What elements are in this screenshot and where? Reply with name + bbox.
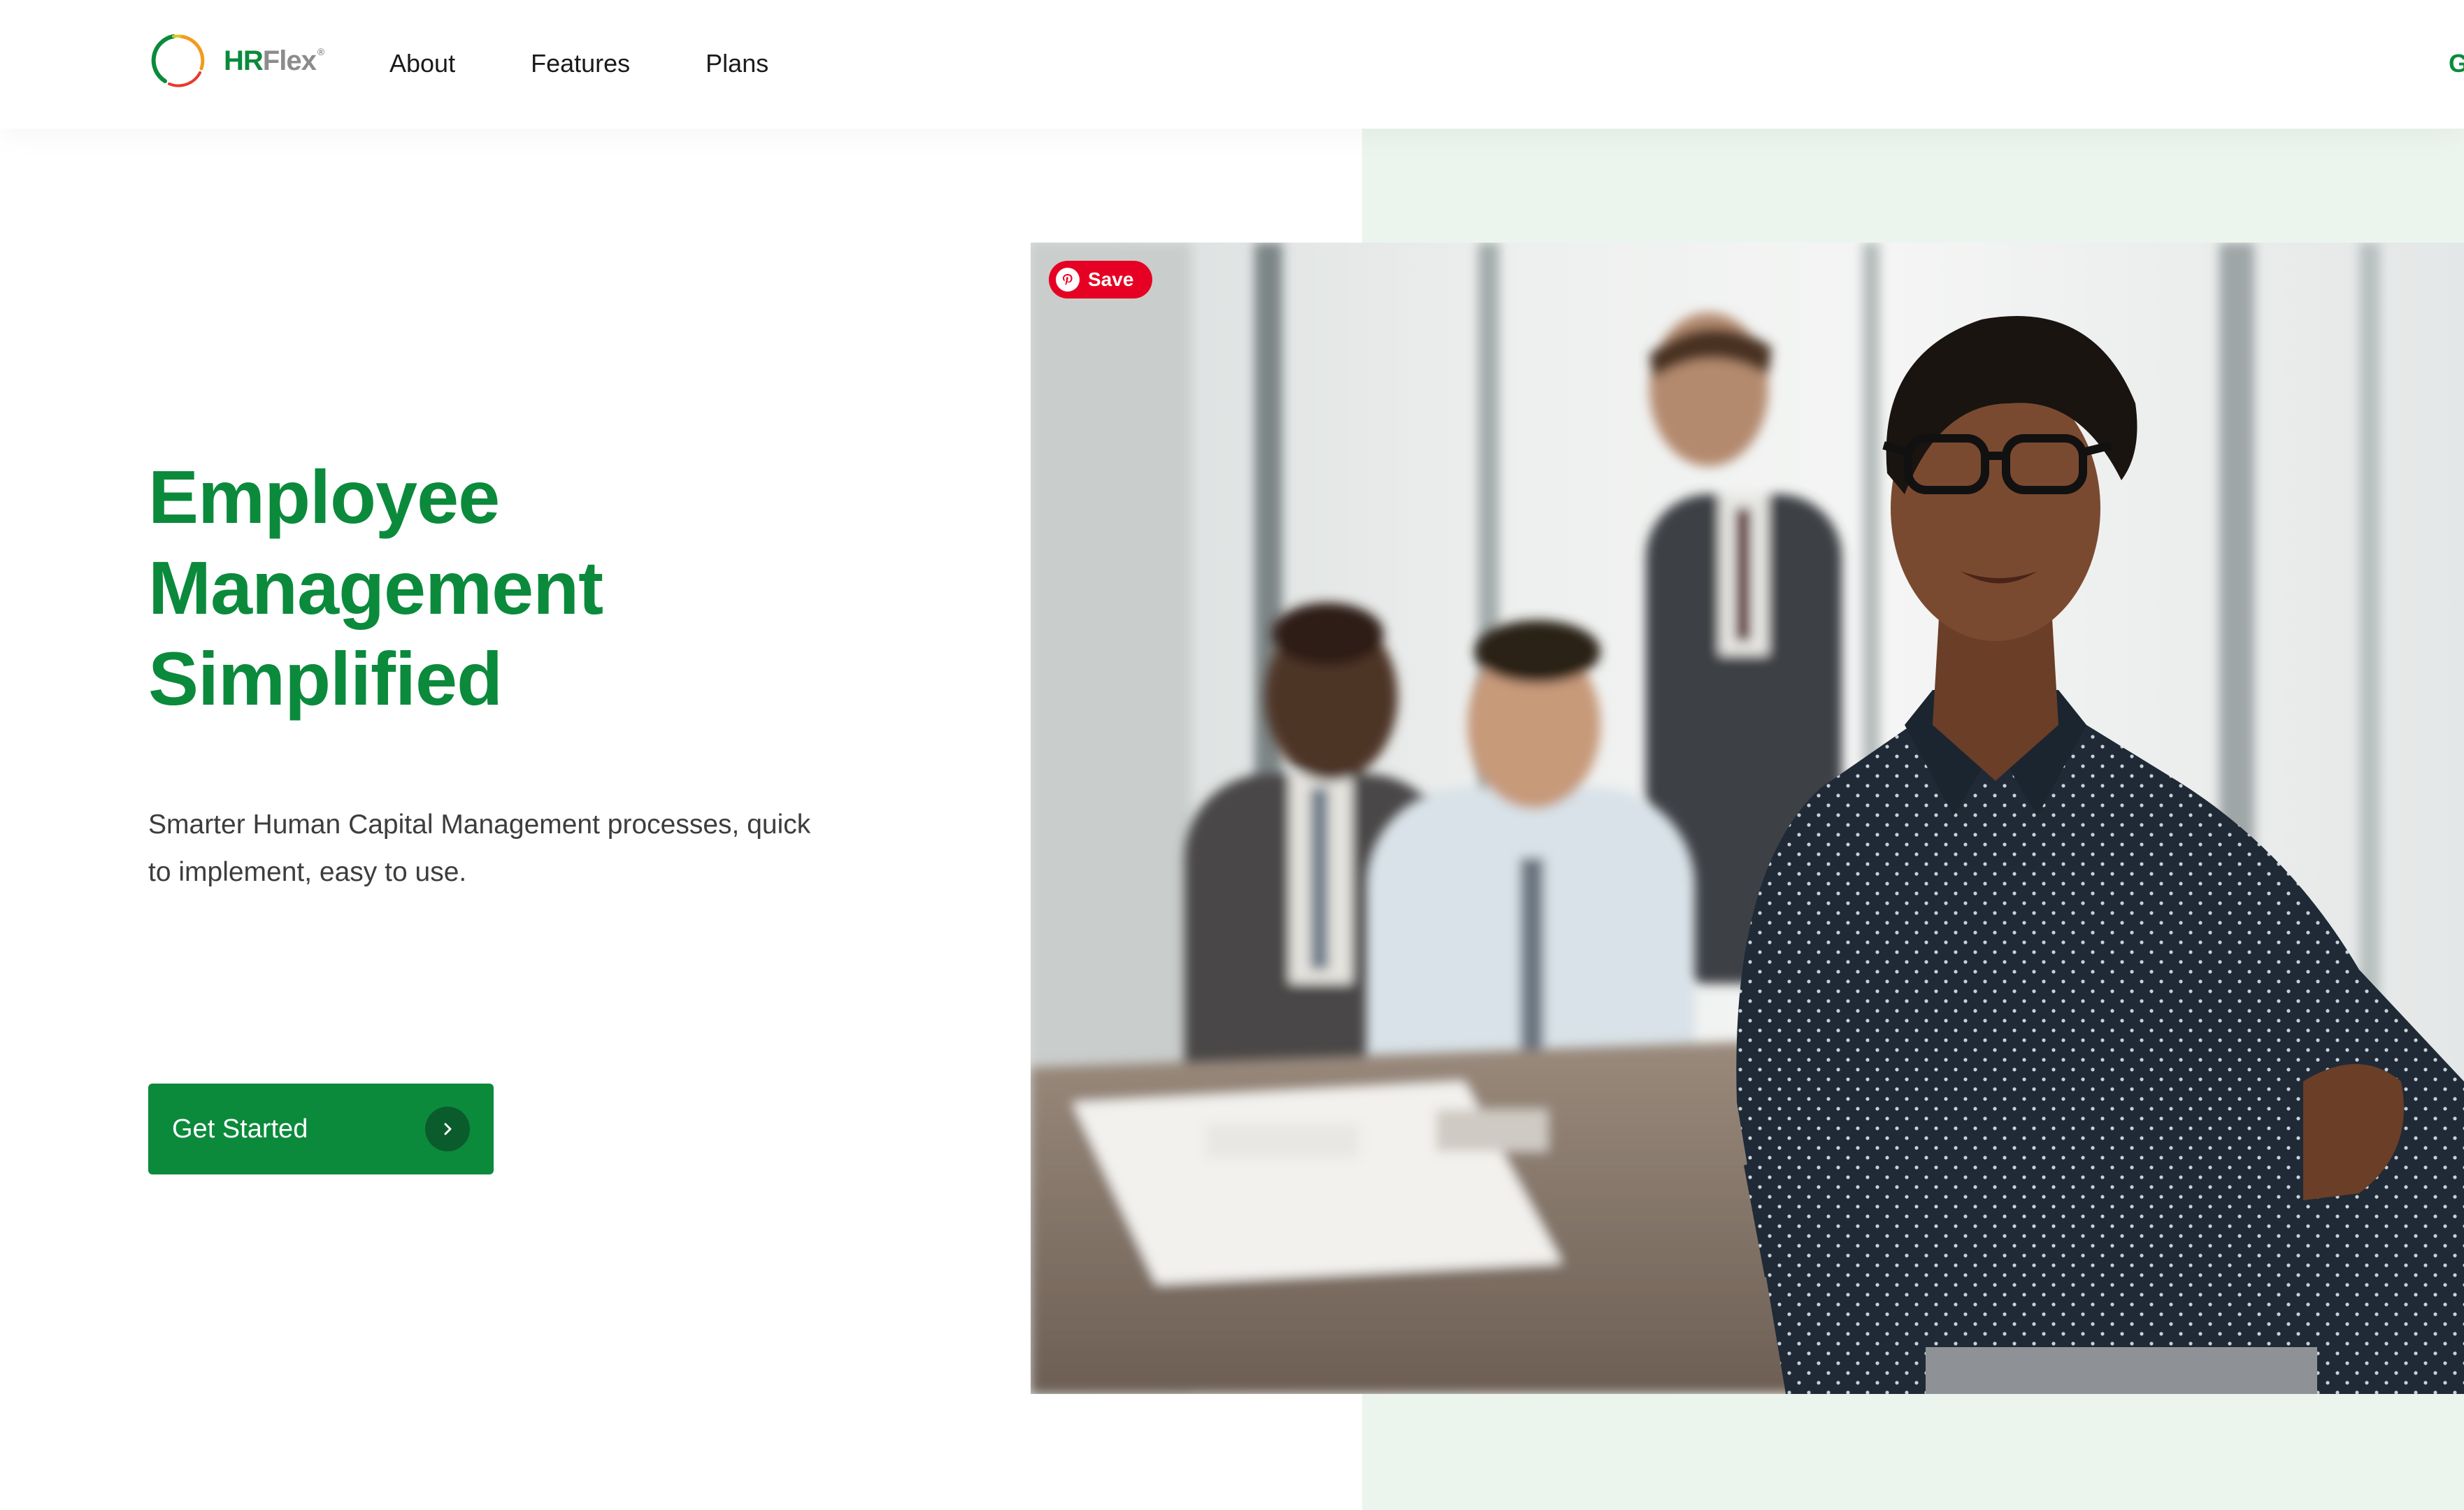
header-get-started-link[interactable]: Ge (2449, 48, 2464, 80)
main-nav: About Features Plans (389, 48, 844, 80)
brand-name-flex: Flex (262, 45, 317, 76)
nav-about[interactable]: About (389, 48, 455, 80)
get-started-button[interactable]: Get Started (148, 1084, 494, 1174)
hero-photo (1031, 243, 2464, 1394)
nav-features[interactable]: Features (531, 48, 630, 80)
logo-ring-icon (151, 34, 205, 87)
get-started-label: Get Started (172, 1114, 308, 1144)
brand-wordmark: HRFlex ® (224, 47, 324, 75)
hero-title: Employee Management Simplified (148, 452, 603, 724)
registered-mark: ® (317, 46, 324, 57)
brand-name-hr: HR (224, 45, 264, 76)
brand-logo[interactable]: HRFlex ® (148, 32, 324, 89)
hero-title-line-2: Management (148, 545, 603, 630)
pinterest-save-label: Save (1088, 268, 1134, 290)
site-header: HRFlex® About Features Plans Ge (0, 0, 2464, 129)
hero-title-line-1: Employee (148, 454, 500, 539)
pinterest-save-button[interactable]: Save (1049, 261, 1152, 299)
chevron-right-icon (425, 1107, 470, 1151)
nav-plans[interactable]: Plans (705, 48, 768, 80)
pinterest-icon (1056, 268, 1080, 292)
hero-title-line-3: Simplified (148, 636, 503, 721)
hero-subtitle: Smarter Human Capital Management process… (148, 810, 811, 887)
